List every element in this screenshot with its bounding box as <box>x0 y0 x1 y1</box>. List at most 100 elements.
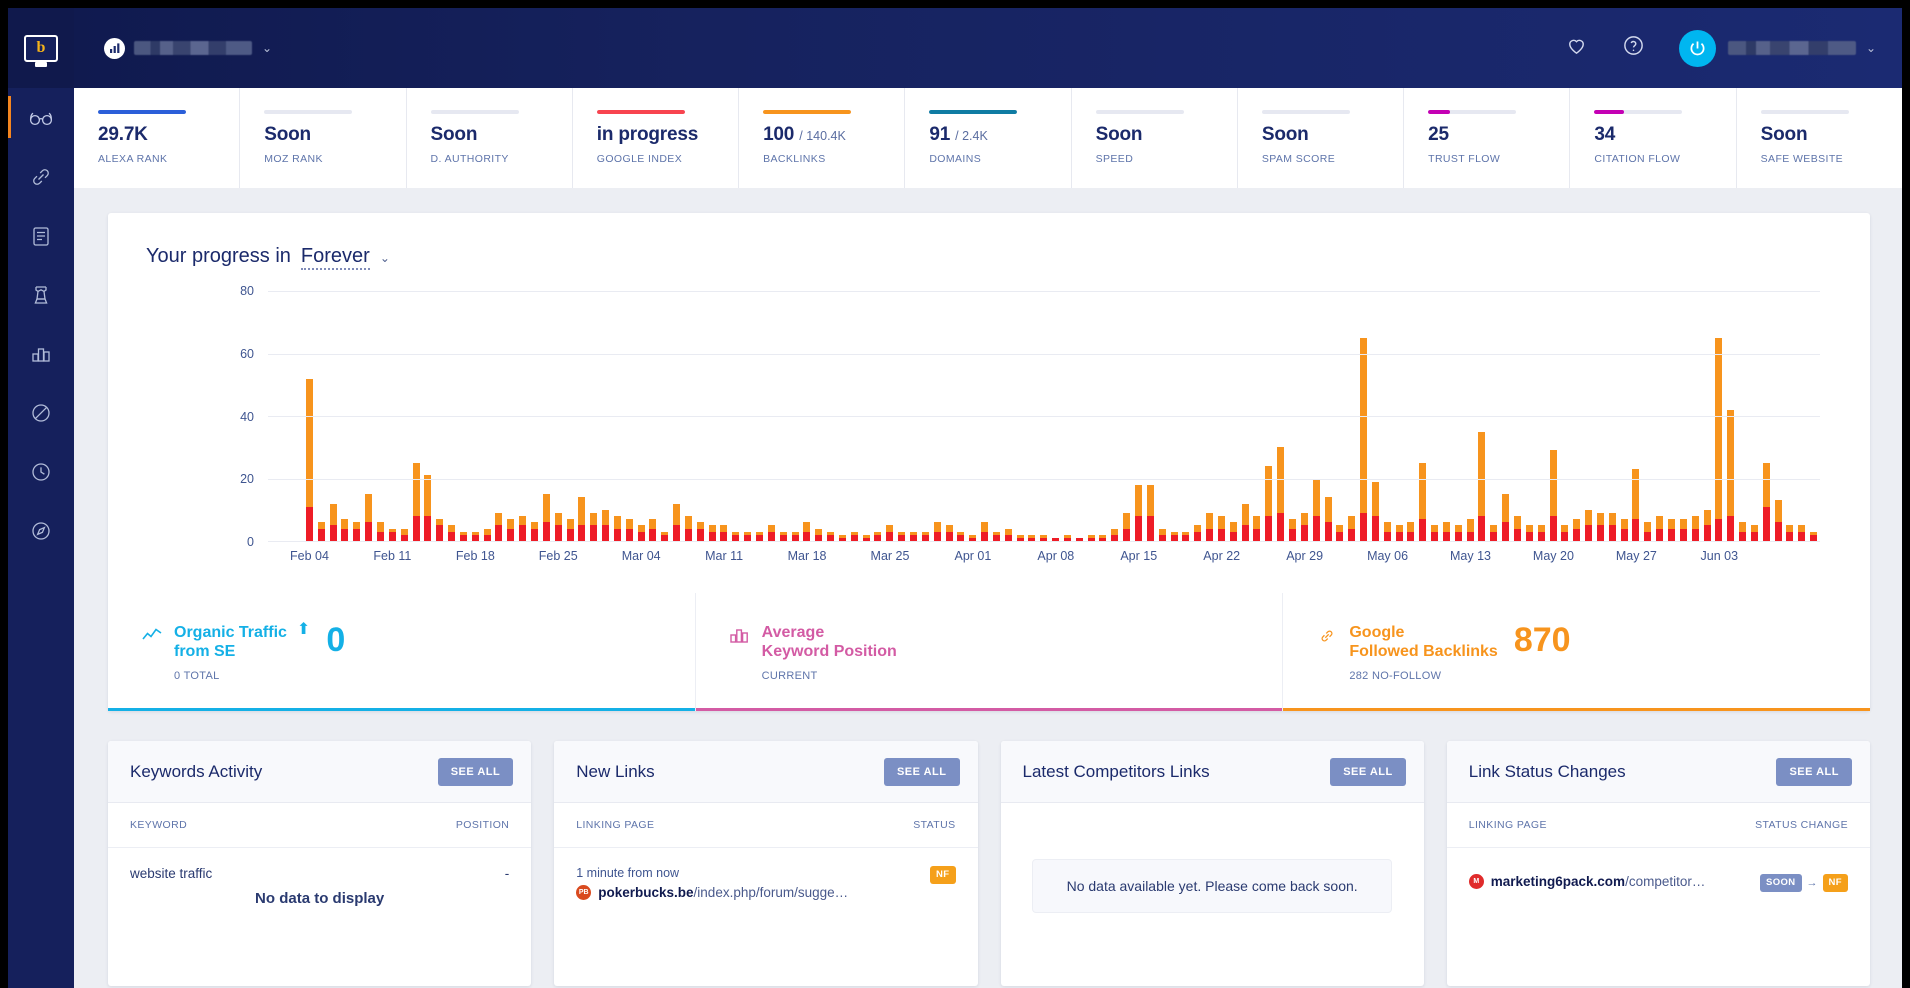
metric-google-index[interactable]: in progressGOOGLE INDEX <box>573 88 739 188</box>
bar-segment-red <box>1265 516 1272 541</box>
bar-segment-orange <box>507 519 514 528</box>
sidebar-item-history[interactable] <box>8 442 74 501</box>
bar-segment-red <box>555 525 562 541</box>
metric-bar <box>98 110 186 114</box>
metric-moz-rank[interactable]: SoonMOZ RANK <box>240 88 406 188</box>
metric-caption: CITATION FLOW <box>1594 153 1735 165</box>
summary-title-line1: Google <box>1349 624 1404 641</box>
x-axis-tick: Mar 11 <box>705 549 743 563</box>
help-circle-icon[interactable] <box>1622 34 1645 62</box>
sidebar-item-rankings[interactable] <box>8 324 74 383</box>
app-window: b <box>8 8 1902 988</box>
period-chevron-down-icon[interactable]: ⌄ <box>380 251 390 265</box>
bar-segment-red <box>1561 532 1568 541</box>
panel-title: New Links <box>576 762 654 782</box>
line-chart-icon <box>142 623 174 648</box>
bar-segment-red <box>1585 525 1592 541</box>
panel-header: Keywords Activity SEE ALL <box>108 741 531 803</box>
metric-speed[interactable]: SoonSPEED <box>1072 88 1238 188</box>
metric-trust-flow[interactable]: 25TRUST FLOW <box>1404 88 1570 188</box>
metric-caption: GOOGLE INDEX <box>597 153 738 165</box>
bar-segment-red <box>1704 525 1711 541</box>
link-domain: pokerbucks.be <box>598 885 693 900</box>
topbar: ⌄ ⌄ <box>74 8 1902 88</box>
metric-alexa-rank[interactable]: 29.7KALEXA RANK <box>74 88 240 188</box>
panels-row: Keywords Activity SEE ALL KEYWORD POSITI… <box>108 741 1870 986</box>
table-row[interactable]: 1 minute from now PB pokerbucks.be/index… <box>576 866 955 900</box>
bar-segment-red <box>1502 522 1509 541</box>
bar-segment-red <box>1715 519 1722 541</box>
metrics-strip: 29.7KALEXA RANKSoonMOZ RANKSoonD. AUTHOR… <box>74 88 1902 188</box>
heart-icon[interactable] <box>1565 34 1588 62</box>
panel-body: 1 minute from now PB pokerbucks.be/index… <box>554 848 977 986</box>
linking-page-url[interactable]: marketing6pack.com/competitor… <box>1491 874 1706 889</box>
sidebar-item-backlinks[interactable] <box>8 147 74 206</box>
metric-citation-flow[interactable]: 34CITATION FLOW <box>1570 88 1736 188</box>
summary-title-line1: Organic Traffic <box>174 624 287 641</box>
bar-segment-red <box>590 525 597 541</box>
bar-segment-red <box>1372 516 1379 541</box>
bar-segment-orange <box>365 494 372 522</box>
panel-header: Link Status Changes SEE ALL <box>1447 741 1870 803</box>
status-badge-wrap: NF <box>930 866 955 884</box>
chess-rook-icon <box>28 282 54 308</box>
summary-average-keyword-position[interactable]: Average Keyword Position CURRENT <box>696 593 1284 711</box>
brand-logo[interactable]: b <box>8 8 74 88</box>
metric-value: 25 <box>1428 125 1569 144</box>
bar-segment-orange <box>1727 410 1734 516</box>
bar-segment-red <box>1360 513 1367 541</box>
metric-safe-website[interactable]: SoonSAFE WEBSITE <box>1737 88 1902 188</box>
see-all-button[interactable]: SEE ALL <box>438 758 514 786</box>
table-row[interactable]: M marketing6pack.com/competitor… SOON → … <box>1469 874 1848 892</box>
user-chevron-down-icon[interactable]: ⌄ <box>1866 42 1876 54</box>
avatar[interactable] <box>1679 30 1716 67</box>
see-all-button[interactable]: SEE ALL <box>1330 758 1406 786</box>
sidebar-item-explore[interactable] <box>8 501 74 560</box>
metric-domains[interactable]: 91 / 2.4K DOMAINS <box>905 88 1071 188</box>
metric-value: Soon <box>1262 125 1403 144</box>
metric-spam-score[interactable]: SoonSPAM SCORE <box>1238 88 1404 188</box>
x-axis-tick: Mar 25 <box>871 549 910 563</box>
main-content: Your progress in Forever ⌄ 020406080 Feb… <box>74 188 1902 988</box>
gridline: 40 <box>268 416 1820 417</box>
bar-segment-red <box>1526 532 1533 541</box>
no-entry-icon <box>28 400 54 426</box>
metric-backlinks[interactable]: 100 / 140.4KBACKLINKS <box>739 88 905 188</box>
bar-segment-red <box>1431 532 1438 541</box>
see-all-button[interactable]: SEE ALL <box>1776 758 1852 786</box>
see-all-button[interactable]: SEE ALL <box>884 758 960 786</box>
sidebar-item-disavow[interactable] <box>8 383 74 442</box>
bar-segment-red <box>1739 532 1746 541</box>
metric-d-authority[interactable]: SoonD. AUTHORITY <box>407 88 573 188</box>
bar-segment-orange <box>1478 432 1485 516</box>
bar-segment-red <box>638 532 645 541</box>
site-name-redacted <box>134 41 252 55</box>
metric-value: 91 / 2.4K <box>929 125 1070 144</box>
summary-google-followed-backlinks[interactable]: Google Followed Backlinks 870 282 NO-FOL… <box>1283 593 1870 711</box>
site-picker[interactable]: ⌄ <box>104 38 272 59</box>
x-axis-tick: Feb 04 <box>290 549 329 563</box>
metric-caption: D. AUTHORITY <box>431 153 572 165</box>
bar-segment-orange <box>1550 450 1557 516</box>
bar-segment-orange <box>602 510 609 526</box>
bar-segment-red <box>353 529 360 542</box>
sidebar-item-reports[interactable] <box>8 206 74 265</box>
status-badge-from: SOON <box>1760 874 1802 892</box>
summary-organic-traffic[interactable]: Organic Traffic from SE ⬆ 0 0 TOTAL <box>108 593 696 711</box>
column-position: POSITION <box>456 819 509 831</box>
metric-caption: DOMAINS <box>929 153 1070 165</box>
x-axis-tick: Apr 29 <box>1286 549 1323 563</box>
table-row[interactable]: website traffic - <box>130 866 509 881</box>
sidebar: b <box>8 8 74 988</box>
summary-title-line2: Followed Backlinks <box>1349 643 1497 660</box>
period-selector[interactable]: Forever <box>301 245 370 270</box>
status-change-badges: SOON → NF <box>1760 874 1848 892</box>
bar-segment-red <box>1253 529 1260 542</box>
sidebar-item-overview[interactable] <box>8 88 74 147</box>
bar-segment-red <box>567 529 574 542</box>
x-axis-tick: Feb 18 <box>456 549 495 563</box>
bar-segment-orange <box>981 522 988 531</box>
sidebar-item-competitors[interactable] <box>8 265 74 324</box>
linking-page-url[interactable]: pokerbucks.be/index.php/forum/sugge… <box>598 885 848 900</box>
summary-value: 870 <box>1514 623 1571 657</box>
